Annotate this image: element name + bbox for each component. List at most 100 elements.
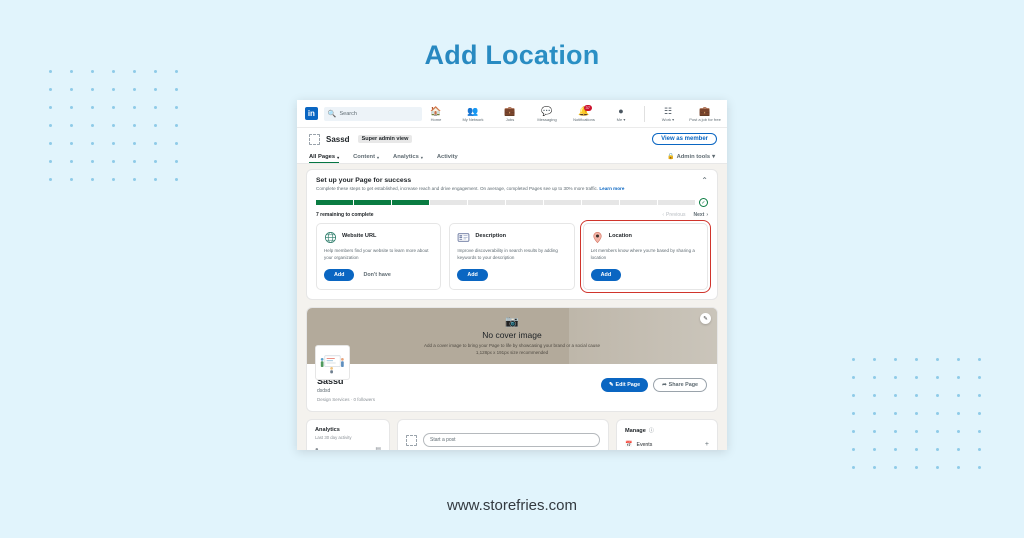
manage-row-label: Events: [636, 441, 653, 448]
task-card-location[interactable]: Location Let members know where you're b…: [579, 220, 711, 294]
decorative-dot: [166, 170, 187, 188]
tab-label: Content: [353, 154, 376, 160]
analytics-icons-row: ● ▤: [315, 446, 381, 450]
nav-item-post-job[interactable]: 💼 Post a job for free: [689, 106, 721, 122]
share-page-label: Share Page: [668, 382, 698, 389]
previous-button[interactable]: ‹ Previous: [662, 212, 685, 218]
view-as-member-button[interactable]: View as member: [652, 133, 717, 145]
manage-title: Manage: [625, 427, 646, 434]
decorative-dot: [103, 116, 124, 134]
dont-have-button[interactable]: Don't have: [363, 272, 390, 278]
decorative-dot: [969, 368, 990, 386]
cover-description: Add a cover image to bring your Page to …: [423, 342, 601, 348]
manage-row-events[interactable]: 📅 Events +: [625, 441, 709, 448]
me-avatar-icon: ●: [618, 105, 624, 116]
search-input[interactable]: 🔍 Search: [323, 106, 422, 121]
previous-label: Previous: [666, 212, 686, 219]
setup-pager: ‹ Previous Next ›: [662, 212, 708, 218]
decorative-dot: [927, 404, 948, 422]
info-icon[interactable]: ⓘ: [649, 427, 654, 434]
admin-tools-menu[interactable]: 🔒 Admin tools ▾: [667, 153, 715, 163]
notifications-badge: 37: [583, 104, 592, 111]
edit-page-button[interactable]: ✎ Edit Page: [600, 378, 649, 393]
learn-more-link[interactable]: Learn more: [599, 186, 624, 191]
decorative-dot: [906, 368, 927, 386]
setup-card-header: Set up your Page for success Complete th…: [316, 177, 708, 192]
decorative-dot: [40, 80, 61, 98]
analytics-widget[interactable]: Analytics Last 30 day activity ● ▤: [306, 419, 390, 450]
linkedin-global-nav: in 🔍 Search 🏠 Home 👥 My Network 💼 Jobs 💬…: [297, 100, 727, 128]
decorative-dot: [927, 422, 948, 440]
chevron-left-icon: ‹: [662, 212, 665, 219]
decorative-dot: [843, 386, 864, 404]
decorative-dot: [61, 98, 82, 116]
task-actions: Add Don't have: [324, 269, 433, 282]
chevron-down-icon: ▾: [377, 154, 380, 160]
progress-bar: [316, 200, 695, 206]
add-location-button[interactable]: Add: [590, 269, 622, 282]
share-page-button[interactable]: ➦ Share Page: [653, 378, 707, 393]
task-card-description[interactable]: Description Improve discoverability in s…: [449, 223, 575, 291]
decorative-dot: [948, 458, 969, 476]
nav-label: Notifications: [573, 116, 595, 122]
decorative-dot: [885, 386, 906, 404]
progress-complete-icon: ✓: [699, 198, 708, 208]
decorative-dot: [948, 422, 969, 440]
tab-activity[interactable]: Activity: [437, 154, 458, 163]
decorative-dot: [40, 98, 61, 116]
decorative-dot: [843, 368, 864, 386]
work-grid-icon: ☷: [663, 105, 673, 116]
page-tabs: All Pages ▾ Content ▾ Analytics ▾ Activi…: [297, 148, 727, 164]
decorative-dot: [885, 422, 906, 440]
nav-item-messaging[interactable]: 💬 Messaging: [533, 106, 561, 122]
edit-cover-pencil-icon[interactable]: ✎: [700, 313, 711, 325]
super-admin-view-badge: Super admin view: [357, 135, 413, 143]
add-description-button[interactable]: Add: [457, 269, 488, 282]
decorative-dot: [969, 404, 990, 422]
decorative-dot: [885, 458, 906, 476]
task-card-website-url[interactable]: Website URL Help members find your websi…: [316, 223, 442, 291]
add-website-url-button[interactable]: Add: [324, 269, 355, 282]
decorative-dot: [927, 368, 948, 386]
tab-analytics[interactable]: Analytics ▾: [393, 154, 423, 163]
decorative-dot: [166, 98, 187, 116]
analytics-subtitle: Last 30 day activity: [315, 435, 352, 441]
page-profile-meta: Sassd dsdsd Design Services · 0 follower…: [307, 364, 717, 411]
nav-item-my-network[interactable]: 👥 My Network: [459, 106, 487, 122]
nav-item-notifications[interactable]: 🔔 37 Notifications: [570, 104, 598, 122]
bottom-widgets: Analytics Last 30 day activity ● ▤ Start…: [306, 419, 718, 450]
task-description: Help members find your website to learn …: [324, 248, 429, 260]
task-actions: Add: [457, 269, 566, 282]
nav-label: Jobs: [505, 116, 515, 122]
task-title: Description: [475, 233, 507, 240]
linkedin-logo-icon[interactable]: in: [305, 107, 318, 120]
tab-content[interactable]: Content ▾: [353, 154, 379, 163]
camera-icon: 📷: [505, 315, 519, 328]
decorative-dot: [906, 350, 927, 368]
cover-dimensions: 1,128px x 191px size recommended: [475, 349, 549, 355]
add-event-button[interactable]: +: [705, 441, 709, 448]
tab-all-pages[interactable]: All Pages ▾: [309, 154, 340, 163]
decorative-dot: [82, 80, 103, 98]
decorative-dot: [843, 404, 864, 422]
page-logo[interactable]: [316, 346, 349, 380]
page-action-buttons: ✎ Edit Page ➦ Share Page: [600, 376, 707, 393]
nav-item-jobs[interactable]: 💼 Jobs: [496, 106, 524, 122]
decorative-dot-grid-left: [40, 62, 187, 188]
nav-item-me[interactable]: ● Me ▾: [607, 106, 635, 122]
cover-image-placeholder[interactable]: 📷 No cover image Add a cover image to br…: [307, 308, 717, 365]
decorative-dot: [969, 386, 990, 404]
task-card-header: Description: [457, 231, 566, 244]
home-icon: 🏠: [430, 105, 442, 116]
setup-progress: ✓: [316, 198, 708, 208]
chevron-up-icon[interactable]: ⌃: [701, 177, 708, 185]
decorative-dot: [166, 134, 187, 152]
nav-item-home[interactable]: 🏠 Home: [422, 106, 450, 122]
next-button[interactable]: Next ›: [693, 212, 708, 218]
decorative-dot: [927, 386, 948, 404]
decorative-dot: [906, 440, 927, 458]
start-a-post-input[interactable]: Start a post: [423, 433, 600, 448]
decorative-dot: [969, 440, 990, 458]
jobs-icon: 💼: [504, 105, 516, 116]
nav-item-work[interactable]: ☷ Work ▾: [654, 106, 682, 122]
